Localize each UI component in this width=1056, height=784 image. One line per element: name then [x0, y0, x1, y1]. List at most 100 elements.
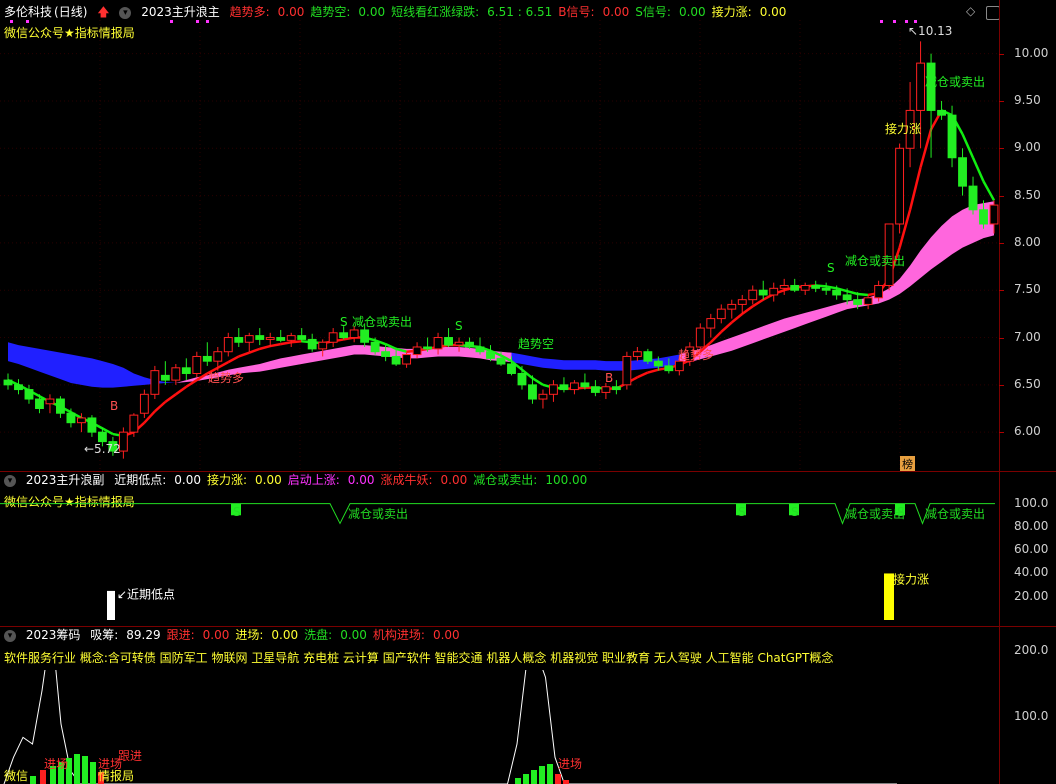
field-value-1: 0.00 [255, 473, 282, 487]
candle-body [423, 346, 433, 350]
candle [244, 332, 254, 352]
field-value-4: 100.00 [545, 473, 588, 487]
field-value-0: 0.00 [174, 473, 201, 487]
candle-body [171, 367, 181, 381]
field-value-3: 0.00 [340, 628, 367, 642]
sub1-header: ▾ 2023主升浪副 近期低点: 0.00 接力涨: 0.00 启动上涨: 0.00 涨成牛… [4, 471, 599, 489]
top-marker [206, 20, 209, 23]
field-value-1: 0.00 [202, 628, 230, 642]
main-header: 多伦科技 (日线) 🡅 ▾ 2023主升浪主 趋势多: 0.00 趋势空: 0.00 短线… [4, 3, 798, 21]
candle [769, 282, 779, 302]
candle-body [475, 346, 485, 353]
chip-bar [563, 780, 569, 784]
field-4: 减仓或卖出: [473, 473, 538, 487]
candle [276, 329, 286, 343]
candle-body [97, 431, 107, 443]
trend-long-label: 趋势多 [678, 348, 714, 362]
candle [181, 358, 191, 381]
sub1-indicator-name[interactable]: 2023主升浪副 [26, 473, 105, 487]
candle-body [779, 284, 789, 289]
relay-label: 接力涨 [885, 121, 921, 136]
y-tick-label: 9.50 [1014, 92, 1041, 107]
candle-body [160, 374, 170, 381]
main-price-chart[interactable]: 减仓或卖出减仓或卖出减仓或卖出趋势多趋势空趋势多接力涨S SSSBB←5.72↖1… [0, 20, 1056, 470]
diamond-icon[interactable]: ◇ [966, 4, 975, 18]
candle-body [14, 384, 23, 391]
top-marker [170, 20, 173, 23]
candle-body [465, 341, 474, 348]
candle [727, 299, 737, 319]
candle [192, 351, 202, 378]
ma-segment [164, 393, 177, 403]
sub1-indicator-fields: 近期低点: 0.00 接力涨: 0.00 启动上涨: 0.00 涨成牛妖: 0.00 减仓或卖出… [114, 473, 593, 487]
ma-segment [982, 180, 996, 201]
field-0: 吸筹: [90, 628, 119, 642]
y-tick-label: 7.50 [1014, 282, 1041, 297]
field-1: 跟进: [166, 628, 195, 642]
y-tick-mark [999, 100, 1004, 102]
maximize-icon[interactable] [986, 6, 1000, 20]
candle-body [150, 370, 160, 395]
candle [3, 373, 13, 390]
chip-bar [539, 766, 545, 784]
candle [160, 361, 170, 385]
sub1-chart[interactable]: ↙近期低点接力涨减仓或卖出 减仓或卖出 减仓或卖出S S S S [0, 488, 1056, 624]
candle [202, 342, 212, 366]
field-value-2: 0.00 [347, 473, 375, 487]
candle-body [507, 363, 516, 374]
y-tick-mark [999, 384, 1004, 386]
candle-body [664, 365, 674, 372]
stock-name[interactable]: 多伦科技 [4, 5, 52, 19]
candle-body [181, 367, 191, 374]
entry-label: 进场 [44, 757, 68, 771]
candle-body [790, 284, 800, 291]
ma-segment [636, 371, 649, 379]
candle [286, 332, 296, 347]
field-value-3: 0.00 [440, 473, 468, 487]
candle-body [727, 303, 737, 310]
low-point-label: ↙近期低点 [117, 587, 175, 601]
candle [234, 328, 244, 347]
candle-body [916, 62, 926, 111]
candle [748, 285, 758, 305]
ma-segment [238, 351, 250, 358]
chip-bar [515, 778, 521, 784]
chip-curve [3, 670, 897, 784]
candle-body [863, 297, 873, 305]
candle-body [66, 412, 76, 424]
candle-body [192, 355, 202, 374]
main-indicator-name[interactable]: 2023主升浪主 [141, 5, 220, 19]
trend-long-label: 趋势多 [208, 371, 244, 385]
candle-body [769, 287, 779, 296]
chip-bar [555, 774, 561, 784]
candle-body [716, 308, 726, 320]
field-0: 趋势多: [229, 5, 270, 19]
sub2-indicator-name[interactable]: 2023筹码 [26, 628, 81, 642]
candle-body [370, 341, 380, 353]
candle [328, 328, 338, 347]
candle-body [643, 351, 653, 362]
entry-label: 进场 [558, 757, 582, 771]
chip-bar [74, 754, 80, 784]
sub2-chip-chart[interactable]: 跟进进场 进场 进场情报局微信 [0, 670, 1056, 784]
chevron-down-icon[interactable]: ▾ [4, 629, 16, 642]
chevron-down-icon[interactable]: ▾ [119, 6, 132, 19]
chip-bar [40, 770, 46, 784]
candle-body [821, 287, 831, 291]
period-label[interactable]: (日线) [54, 5, 87, 19]
sub2-indicator-fields: 吸筹: 89.29 跟进: 0.00 进场: 0.00 洗盘: 0.00 机构进场: 0.00 [90, 628, 465, 642]
candle [800, 282, 810, 295]
field-4: S信号: [635, 5, 671, 19]
candle [895, 143, 905, 234]
chevron-down-icon[interactable]: ▾ [4, 474, 16, 487]
candle [223, 332, 233, 357]
ma-segment [248, 347, 261, 354]
y-tick-label: 10.00 [1014, 45, 1049, 60]
candle-body [265, 337, 275, 340]
ma-segment [971, 157, 985, 182]
field-2: 短线看红涨绿跌: [391, 5, 480, 19]
candle [559, 377, 569, 393]
candle-body [244, 335, 254, 343]
y-tick-label: 8.00 [1014, 234, 1041, 249]
candle-body [307, 338, 317, 350]
